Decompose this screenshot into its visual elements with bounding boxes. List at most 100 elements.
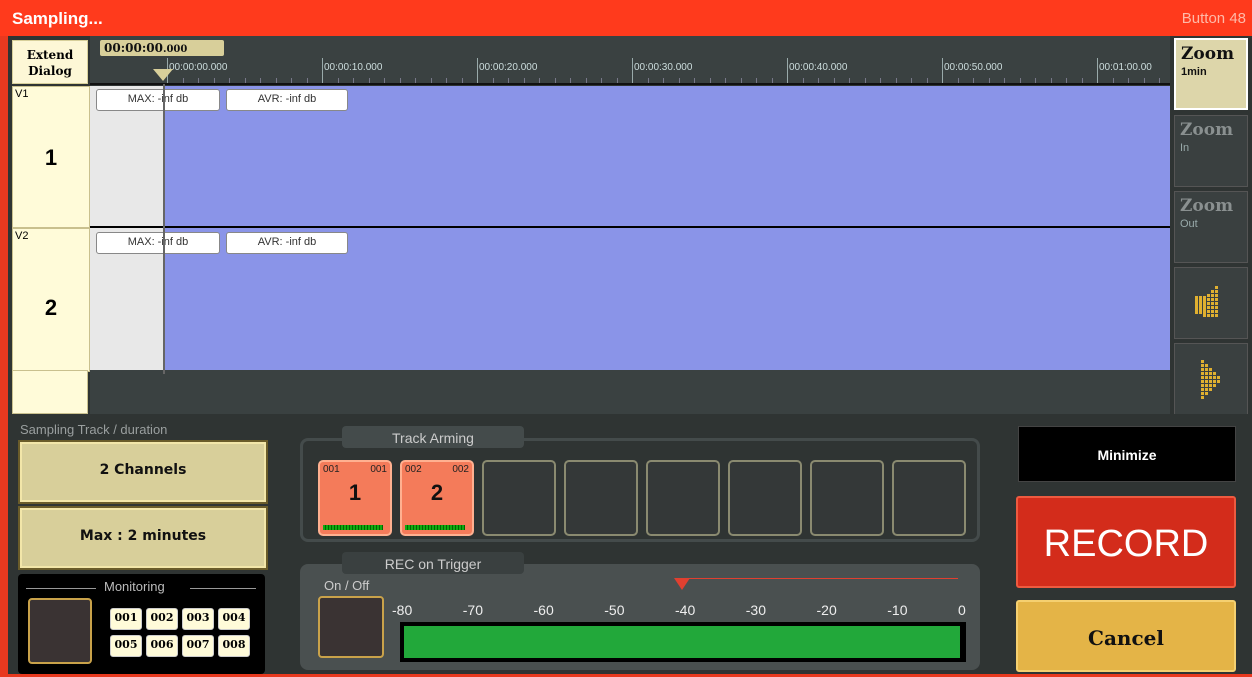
track-header-1[interactable]: V1 1 [12,86,90,228]
cancel-button[interactable]: Cancel [1016,600,1236,672]
ruler-major-tick [632,58,633,84]
arm-slot-id: 001 [323,464,340,475]
arm-slot-7[interactable] [810,460,884,536]
timecode-main: 00:00:00 [104,41,163,55]
extend-dialog-button[interactable]: Extend Dialog [12,40,88,84]
monitor-channel-button[interactable]: 003 [182,608,214,630]
arm-slot-id: 002 [405,464,422,475]
trigger-scale-label: -60 [533,602,554,618]
ruler-tick-label: 00:00:50.000 [944,62,1003,73]
ruler-major-tick [1097,58,1098,84]
current-timecode: 00:00:00.000 [100,40,224,56]
ruler-tick-label: 00:00:40.000 [789,62,848,73]
trigger-scale-label: -80 [392,602,413,618]
arm-level-meter [405,525,465,530]
zoom-title: Zoom [1181,44,1235,64]
monitor-channel-button[interactable]: 004 [218,608,250,630]
dotted-arrow-left-icon [1195,286,1218,317]
track-label: V2 [15,230,29,242]
sampling-section-label: Sampling Track / duration [20,422,168,437]
track-1-max-level: MAX: -inf db [96,89,220,111]
scroll-right-button[interactable] [1174,343,1248,415]
ruler-major-tick [477,58,478,84]
arm-slot-2[interactable]: 002 002 2 [400,460,474,536]
dotted-arrow-right-icon [1201,360,1220,399]
arm-slot-number: 1 [348,480,362,505]
ruler-major-tick [322,58,323,84]
scroll-left-button[interactable] [1174,267,1248,339]
trigger-label: REC on Trigger [384,556,482,572]
ruler-tick-label: 00:01:00.00 [1099,62,1152,73]
window-title: Sampling... [12,9,103,28]
arm-level-meter [323,525,383,530]
arm-slot-1[interactable]: 001 001 1 [318,460,392,536]
time-ruler[interactable] [90,36,1170,84]
arm-slot-3[interactable] [482,460,556,536]
trigger-scale-label: -70 [462,602,483,618]
trigger-level-fill [404,626,960,658]
trigger-scale-label: -40 [675,602,696,618]
arm-slot-6[interactable] [728,460,802,536]
arm-slot-id: 001 [370,464,387,475]
duration-button[interactable]: Max : 2 minutes [20,508,266,568]
monitor-channel-button[interactable]: 007 [182,635,214,657]
zoom-1min-button[interactable]: Zoom 1min [1174,38,1248,110]
zoom-title: Zoom [1180,196,1234,216]
zoom-in-button[interactable]: Zoom In [1174,115,1248,187]
monitor-channel-button[interactable]: 006 [146,635,178,657]
ruler-major-tick [787,58,788,84]
track-header-2[interactable]: V2 2 [12,228,90,372]
ruler-tick-label: 00:00:20.000 [479,62,538,73]
trigger-scale-label: 0 [958,602,966,618]
threshold-line [682,578,958,579]
ruler-tick-label: 00:00:00.000 [169,62,228,73]
extend-dialog-label-1: Extend [26,48,74,62]
trigger-scale-label: -30 [745,602,766,618]
monitoring-toggle[interactable] [28,598,92,664]
arm-slot-id: 002 [452,464,469,475]
trigger-scale-label: -50 [604,602,625,618]
ruler-major-tick [942,58,943,84]
monitor-channel-button[interactable]: 001 [110,608,142,630]
ruler-tick-label: 00:00:10.000 [324,62,383,73]
title-bar [0,0,1252,36]
channels-button[interactable]: 2 Channels [20,442,266,502]
zoom-title: Zoom [1180,120,1234,140]
arm-slot-8[interactable] [892,460,966,536]
button-id-label: Button 48 [1181,10,1246,27]
track-number: 1 [44,145,58,170]
trigger-on-off-label: On / Off [324,578,370,593]
monitor-channel-button[interactable]: 008 [218,635,250,657]
trigger-scale-label: -20 [816,602,837,618]
playhead-marker[interactable] [153,69,173,81]
trigger-toggle[interactable] [318,596,384,658]
monitoring-divider [26,588,96,589]
zoom-sub: In [1180,142,1190,154]
monitoring-divider [190,588,256,589]
track-arming-label: Track Arming [392,430,474,446]
zoom-sub: 1min [1181,66,1207,78]
monitoring-label: Monitoring [104,579,165,594]
record-button[interactable]: RECORD [1016,496,1236,588]
extend-dialog-label-2: Dialog [28,64,72,78]
track-number: 2 [44,295,58,320]
track-header-empty[interactable] [12,370,88,414]
threshold-marker[interactable] [674,578,690,590]
zoom-sub: Out [1180,218,1198,230]
ruler-tick-label: 00:00:30.000 [634,62,693,73]
monitor-channel-button[interactable]: 005 [110,635,142,657]
track-lane-empty [90,370,1170,414]
trigger-scale-label: -10 [887,602,908,618]
track-2-avr-level: AVR: -inf db [226,232,348,254]
zoom-out-button[interactable]: Zoom Out [1174,191,1248,263]
track-label: V1 [15,88,29,100]
timecode-ms: .000 [162,44,188,55]
arm-slot-number: 2 [430,480,444,505]
arm-slot-4[interactable] [564,460,638,536]
minimize-button[interactable]: Minimize [1018,426,1236,482]
playhead-line [163,84,165,374]
ruler-baseline [90,83,1170,85]
track-1-avr-level: AVR: -inf db [226,89,348,111]
arm-slot-5[interactable] [646,460,720,536]
monitor-channel-button[interactable]: 002 [146,608,178,630]
